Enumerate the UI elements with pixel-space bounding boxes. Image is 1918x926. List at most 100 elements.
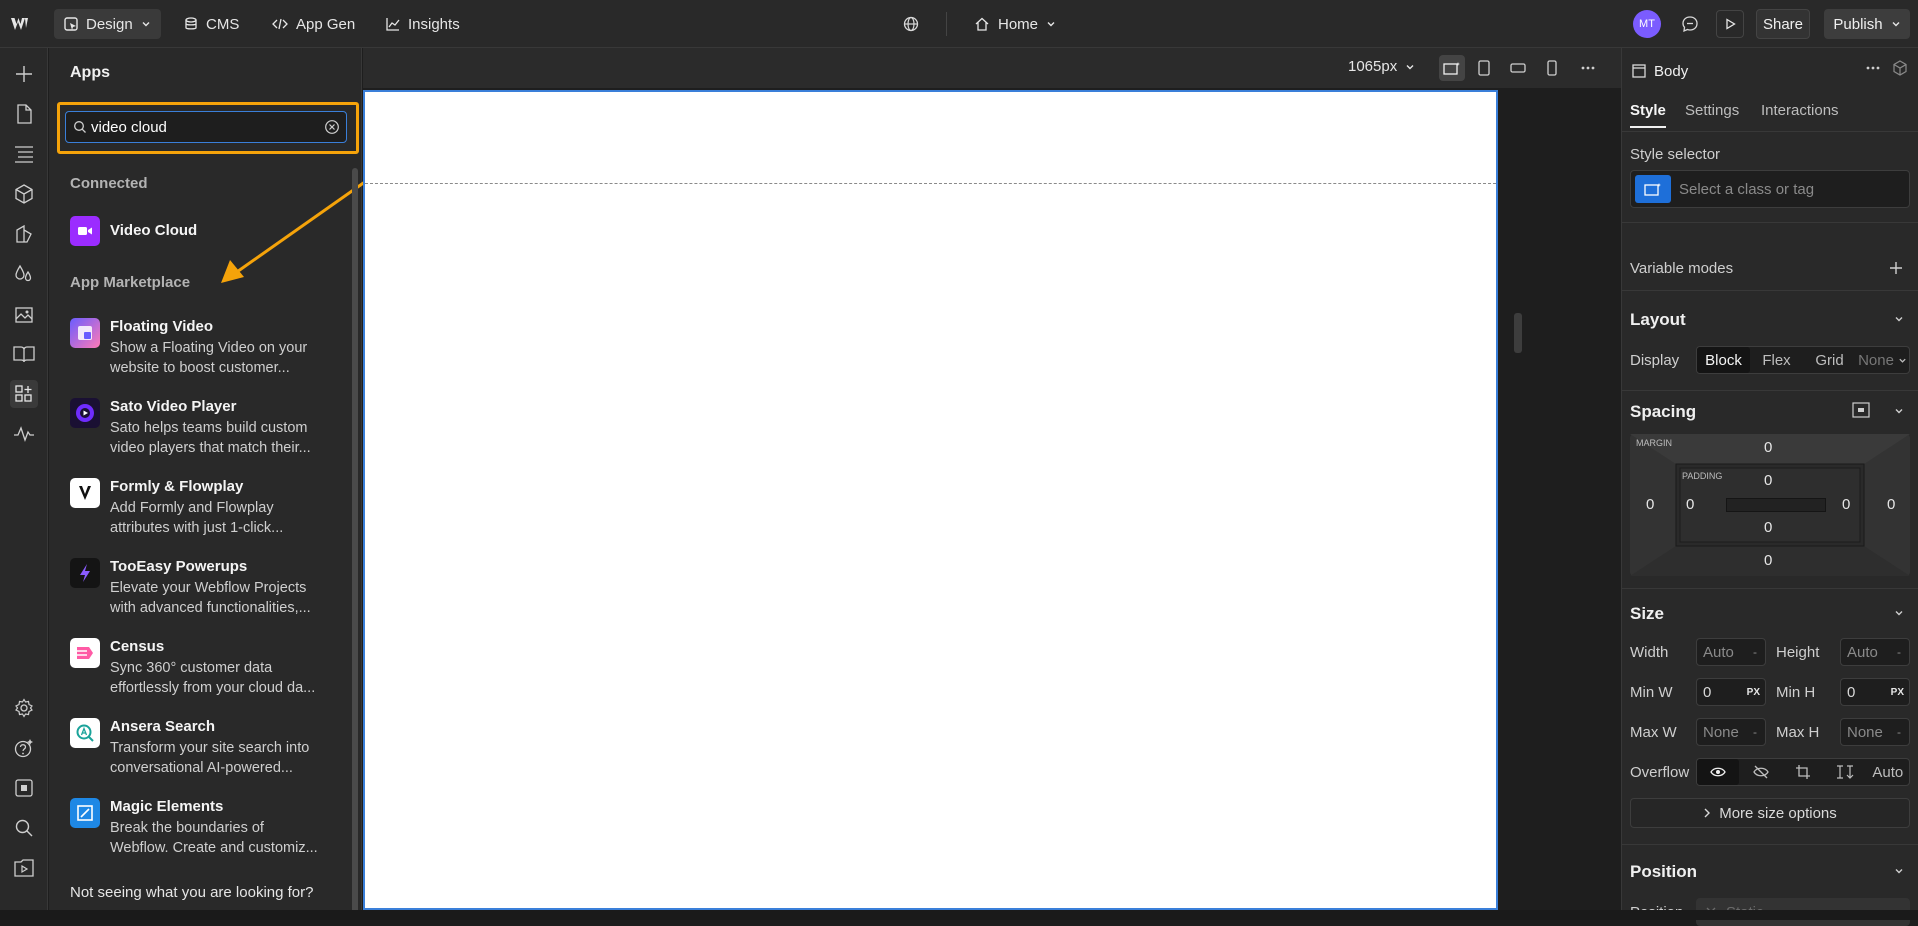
app-magic-elements[interactable]: Magic Elements Break the boundaries of We… [70,798,350,858]
component-icon[interactable] [1892,60,1908,76]
spacing-preset-icon[interactable] [1852,402,1870,418]
navigator-icon[interactable] [10,140,38,168]
page-selector[interactable]: Home [964,9,1066,39]
min-width-field[interactable]: 0 PX [1696,678,1766,706]
active-tab-indicator [1630,126,1666,128]
width-field[interactable]: Auto - [1696,638,1766,666]
padding-right-value[interactable]: 0 [1842,496,1850,513]
display-label: Display [1630,352,1680,369]
style-manager-icon[interactable] [10,220,38,248]
app-tooeasy-powerups[interactable]: TooEasy Powerups Elevate your Webflow Pr… [70,558,350,618]
cms-button[interactable]: CMS [174,9,249,39]
search-icon[interactable] [10,814,38,842]
app-formly-flowplay[interactable]: Formly & Flowplay Add Formly and Flowpla… [70,478,350,538]
library-icon[interactable] [10,340,38,368]
search-icon [73,120,87,134]
video-tutorials-icon[interactable] [10,854,38,882]
overflow-hidden-icon[interactable] [1739,759,1781,785]
preview-button[interactable] [1716,10,1744,38]
assets-icon[interactable] [10,300,38,328]
mobile-landscape-icon[interactable] [1505,55,1531,81]
margin-left-value[interactable]: 0 [1646,496,1654,513]
chevron-down-icon[interactable] [1894,866,1904,876]
more-size-options-button[interactable]: More size options [1630,798,1910,828]
divider [1622,222,1918,223]
app-description: Transform your site search into conversat… [110,740,310,776]
app-sato-video-player[interactable]: Sato Video Player Sato helps teams build… [70,398,350,458]
app-name: Sato Video Player [110,398,237,415]
display-grid[interactable]: Grid [1803,347,1856,373]
chevron-down-icon[interactable] [1894,314,1904,324]
share-button[interactable]: Share [1756,9,1810,39]
display-flex[interactable]: Flex [1750,347,1803,373]
canvas-resize-handle[interactable] [1514,313,1522,353]
tab-interactions[interactable]: Interactions [1761,102,1839,119]
layout-heading[interactable]: Layout [1630,310,1686,330]
insights-button[interactable]: Insights [376,9,470,39]
position-heading[interactable]: Position [1630,862,1697,882]
max-height-field[interactable]: None - [1840,718,1910,746]
display-none[interactable]: None [1856,347,1909,373]
height-field[interactable]: Auto - [1840,638,1910,666]
overflow-clip-icon[interactable] [1824,759,1866,785]
app-gen-button[interactable]: App Gen [262,9,365,39]
app-floating-video[interactable]: Floating Video Show a Floating Video on … [70,318,350,378]
margin-right-value[interactable]: 0 [1887,496,1895,513]
padding-bottom-value[interactable]: 0 [1764,519,1772,536]
not-finding-link[interactable]: Not seeing what you are looking for? [70,884,313,901]
style-selector-field[interactable]: Select a class or tag [1630,170,1910,208]
globe-icon[interactable] [899,12,923,36]
padding-left-value[interactable]: 0 [1686,496,1694,513]
avatar[interactable]: MT [1633,10,1661,38]
page-canvas[interactable] [363,90,1498,910]
overflow-auto[interactable]: Auto [1867,759,1909,785]
tab-settings[interactable]: Settings [1685,102,1739,119]
tablet-icon[interactable] [1471,55,1497,81]
size-heading[interactable]: Size [1630,604,1664,624]
mobile-portrait-icon[interactable] [1539,55,1565,81]
more-options-icon[interactable] [1575,55,1601,81]
variables-icon[interactable] [10,260,38,288]
margin-bottom-value[interactable]: 0 [1764,552,1772,569]
add-variable-mode-icon[interactable] [1888,260,1904,276]
canvas-section[interactable] [365,92,1496,184]
add-icon[interactable] [10,60,38,88]
help-icon[interactable] [10,734,38,762]
desktop-breakpoint-icon[interactable] [1439,55,1465,81]
apps-scrollbar[interactable] [352,168,358,918]
spacing-heading[interactable]: Spacing [1630,402,1696,422]
divider [1622,588,1918,589]
variable-modes-label: Variable modes [1630,260,1734,277]
settings-icon[interactable] [10,694,38,722]
stop-icon[interactable] [10,774,38,802]
min-height-field[interactable]: 0 PX [1840,678,1910,706]
connected-heading: Connected [70,175,148,192]
divider [1622,290,1918,291]
webflow-logo-icon[interactable] [10,12,34,36]
max-width-field[interactable]: None - [1696,718,1766,746]
comments-icon[interactable] [1678,12,1702,36]
apps-icon[interactable] [10,380,38,408]
publish-button[interactable]: Publish [1824,9,1910,39]
chevron-down-icon[interactable] [1894,608,1904,618]
spacing-box-model: MARGIN PADDING 0 0 0 0 0 0 0 0 [1630,434,1910,576]
chevron-down-icon[interactable] [1894,406,1904,416]
padding-top-value[interactable]: 0 [1764,472,1772,489]
more-options-icon[interactable] [1866,66,1880,70]
max-width-label: Max W [1630,724,1677,741]
app-census[interactable]: Census Sync 360° customer data effortless… [70,638,350,698]
code-icon [272,17,288,31]
overflow-visible-icon[interactable] [1697,759,1740,785]
display-block[interactable]: Block [1697,347,1750,373]
activity-icon[interactable] [10,420,38,448]
app-name: Formly & Flowplay [110,478,244,495]
overflow-scroll-icon[interactable] [1782,759,1824,785]
components-icon[interactable] [10,180,38,208]
padding-label: PADDING [1682,471,1723,481]
breakpoint-width[interactable]: 1065px [1348,58,1415,75]
app-ansera-search[interactable]: Ansera Search Transform your site search… [70,718,350,778]
design-mode-button[interactable]: Design [54,9,161,39]
tab-style[interactable]: Style [1630,102,1666,119]
margin-top-value[interactable]: 0 [1764,439,1772,456]
pages-icon[interactable] [10,100,38,128]
